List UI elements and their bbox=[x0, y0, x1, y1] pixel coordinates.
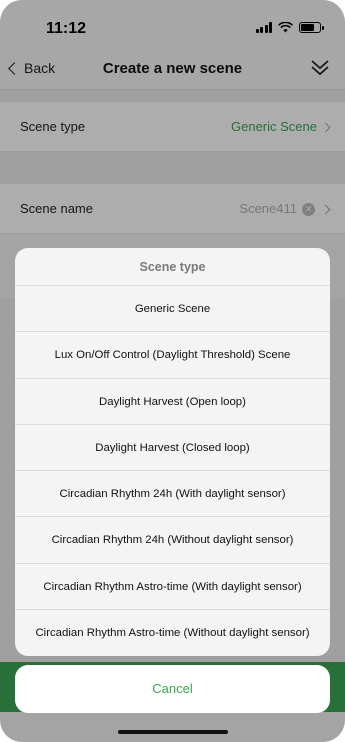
option-circadian-24h-with-sensor[interactable]: Circadian Rhythm 24h (With daylight sens… bbox=[15, 471, 330, 518]
scene-type-action-sheet: Scene type Generic Scene Lux On/Off Cont… bbox=[15, 248, 330, 656]
home-indicator[interactable] bbox=[118, 730, 228, 734]
option-circadian-astro-with-sensor[interactable]: Circadian Rhythm Astro-time (With daylig… bbox=[15, 564, 330, 610]
action-sheet-title: Scene type bbox=[15, 248, 330, 286]
option-circadian-24h-without-sensor[interactable]: Circadian Rhythm 24h (Without daylight s… bbox=[15, 517, 330, 564]
option-daylight-harvest-open-loop[interactable]: Daylight Harvest (Open loop) bbox=[15, 379, 330, 425]
option-lux-on-off-control[interactable]: Lux On/Off Control (Daylight Threshold) … bbox=[15, 332, 330, 379]
option-daylight-harvest-closed-loop[interactable]: Daylight Harvest (Closed loop) bbox=[15, 425, 330, 471]
cancel-button[interactable]: Cancel bbox=[15, 665, 330, 713]
option-generic-scene[interactable]: Generic Scene bbox=[15, 286, 330, 333]
phone-screen: 11:12 Back Create a new scene Scene type… bbox=[0, 0, 345, 742]
option-circadian-astro-without-sensor[interactable]: Circadian Rhythm Astro-time (Without day… bbox=[15, 610, 330, 656]
